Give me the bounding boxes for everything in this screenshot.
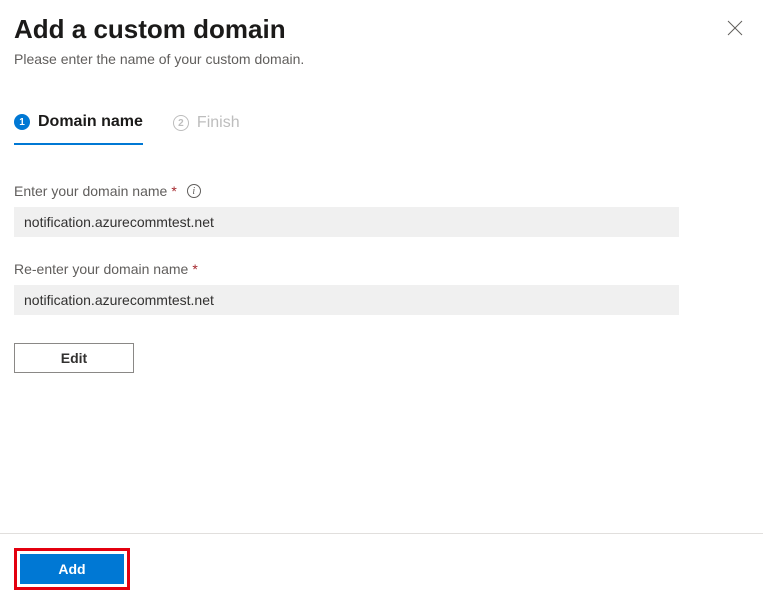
edit-button[interactable]: Edit [14,343,134,373]
close-icon[interactable] [727,20,745,38]
add-button[interactable]: Add [20,554,124,584]
confirm-domain-input[interactable] [14,285,679,315]
footer-bar: Add [0,533,763,604]
wizard-steps: 1 Domain name 2 Finish [14,113,749,145]
step-number-icon: 2 [173,115,189,131]
highlight-annotation: Add [14,548,130,590]
step-label: Domain name [38,113,143,131]
step-finish[interactable]: 2 Finish [173,113,240,145]
required-indicator: * [192,261,197,277]
panel-title: Add a custom domain [14,14,749,45]
step-number-icon: 1 [14,114,30,130]
panel-subtitle: Please enter the name of your custom dom… [14,51,749,67]
domain-name-label: Enter your domain name [14,183,167,199]
step-domain-name[interactable]: 1 Domain name [14,113,143,145]
info-icon[interactable]: i [187,184,201,198]
domain-name-input[interactable] [14,207,679,237]
required-indicator: * [171,183,176,199]
confirm-domain-label: Re-enter your domain name [14,261,188,277]
step-label: Finish [197,114,240,132]
